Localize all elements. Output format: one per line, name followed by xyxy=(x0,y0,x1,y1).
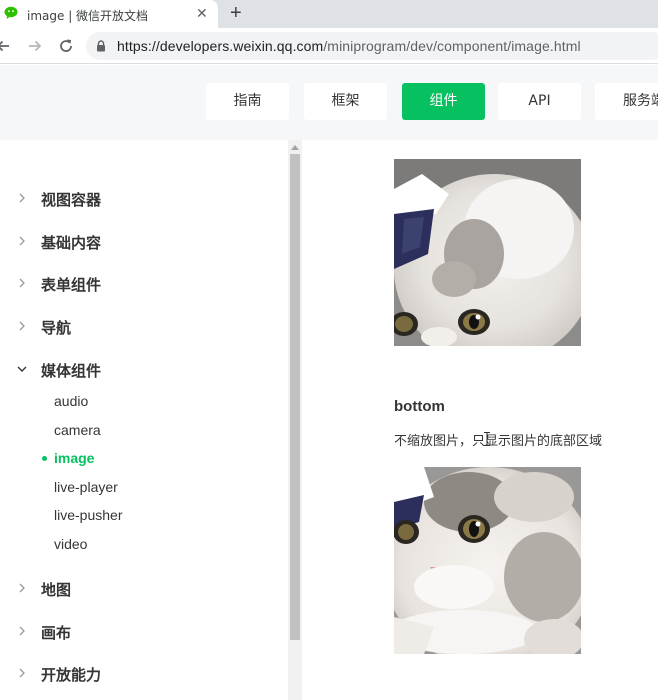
chevron-right-icon xyxy=(19,236,25,246)
sidebar-item-live-pusher[interactable]: live-pusher xyxy=(54,507,122,523)
address-bar: https://developers.weixin.qq.com/minipro… xyxy=(0,28,658,64)
tab-title: image | 微信开放文档 xyxy=(27,9,149,23)
sidebar-category-label: 地图 xyxy=(41,581,72,599)
sidebar-category-label: 媒体组件 xyxy=(41,362,102,380)
sidebar-item-live-player[interactable]: live-player xyxy=(54,479,118,495)
active-indicator-dot xyxy=(42,456,47,461)
sidebar-item-audio[interactable]: audio xyxy=(54,393,88,409)
cat-photo-bottom xyxy=(394,467,581,654)
top-navigation: 指南 框架 组件 API 服务端 xyxy=(0,65,658,140)
sidebar-category-label: 导航 xyxy=(41,319,72,337)
new-tab-button[interactable]: + xyxy=(230,2,242,24)
nav-framework[interactable]: 框架 xyxy=(304,83,387,120)
sidebar-scrollbar[interactable] xyxy=(288,140,302,700)
sidebar-item-image[interactable]: image xyxy=(54,450,94,466)
chevron-down-icon xyxy=(17,366,27,372)
browser-tab[interactable]: image | 微信开放文档 ✕ xyxy=(0,0,218,28)
sidebar-category-map[interactable]: 地图 xyxy=(0,577,280,601)
sidebar-category-form[interactable]: 表单组件 xyxy=(0,272,280,296)
url-host: https://developers.weixin.qq.com xyxy=(117,38,324,54)
nav-components[interactable]: 组件 xyxy=(402,83,485,120)
sidebar-category-label: 视图容器 xyxy=(41,191,102,209)
chevron-right-icon xyxy=(19,321,25,331)
scrollbar-thumb[interactable] xyxy=(290,154,300,640)
sidebar-category-canvas[interactable]: 画布 xyxy=(0,620,280,644)
sidebar-item-camera[interactable]: camera xyxy=(54,422,101,438)
lock-icon[interactable] xyxy=(96,40,106,52)
browser-tab-strip: image | 微信开放文档 ✕ + xyxy=(0,0,658,28)
sidebar-category-media[interactable]: 媒体组件 xyxy=(0,358,280,382)
chevron-right-icon xyxy=(19,668,25,678)
sidebar-category-label: 表单组件 xyxy=(41,276,102,294)
section-description: 不缩放图片，只显示图片的底部区域 xyxy=(394,434,603,449)
chevron-right-icon xyxy=(19,278,25,288)
nav-guide[interactable]: 指南 xyxy=(206,83,289,120)
sidebar-item-video[interactable]: video xyxy=(54,536,87,552)
url-input[interactable]: https://developers.weixin.qq.com/minipro… xyxy=(86,32,658,60)
back-icon[interactable] xyxy=(0,37,12,55)
sidebar-category-label: 基础内容 xyxy=(41,234,102,252)
chevron-right-icon xyxy=(19,626,25,636)
reload-icon[interactable] xyxy=(57,37,75,55)
sidebar: 视图容器 基础内容 表单组件 导航 媒体组件 audio camera imag… xyxy=(0,140,288,700)
url-text: https://developers.weixin.qq.com/minipro… xyxy=(117,38,581,54)
cat-photo-top xyxy=(394,159,581,346)
text-cursor-icon xyxy=(484,432,490,446)
chevron-right-icon xyxy=(19,583,25,593)
url-path: /miniprogram/dev/component/image.html xyxy=(323,38,581,54)
main-content: bottom 不缩放图片，只显示图片的底部区域 xyxy=(302,140,658,700)
sidebar-category-label: 开放能力 xyxy=(41,666,102,684)
wechat-icon xyxy=(4,6,18,19)
forward-icon[interactable] xyxy=(26,37,44,55)
close-icon[interactable]: ✕ xyxy=(196,5,208,21)
scroll-up-arrow-icon[interactable] xyxy=(291,144,299,150)
sidebar-category-navigation[interactable]: 导航 xyxy=(0,315,280,339)
chevron-right-icon xyxy=(19,193,25,203)
sidebar-category-view-container[interactable]: 视图容器 xyxy=(0,187,280,211)
sidebar-category-basic-content[interactable]: 基础内容 xyxy=(0,230,280,254)
sidebar-category-label: 画布 xyxy=(41,624,72,642)
nav-server[interactable]: 服务端 xyxy=(595,83,658,120)
section-title: bottom xyxy=(394,398,445,415)
sidebar-category-open-capabilities[interactable]: 开放能力 xyxy=(0,662,280,686)
nav-api[interactable]: API xyxy=(498,83,581,120)
